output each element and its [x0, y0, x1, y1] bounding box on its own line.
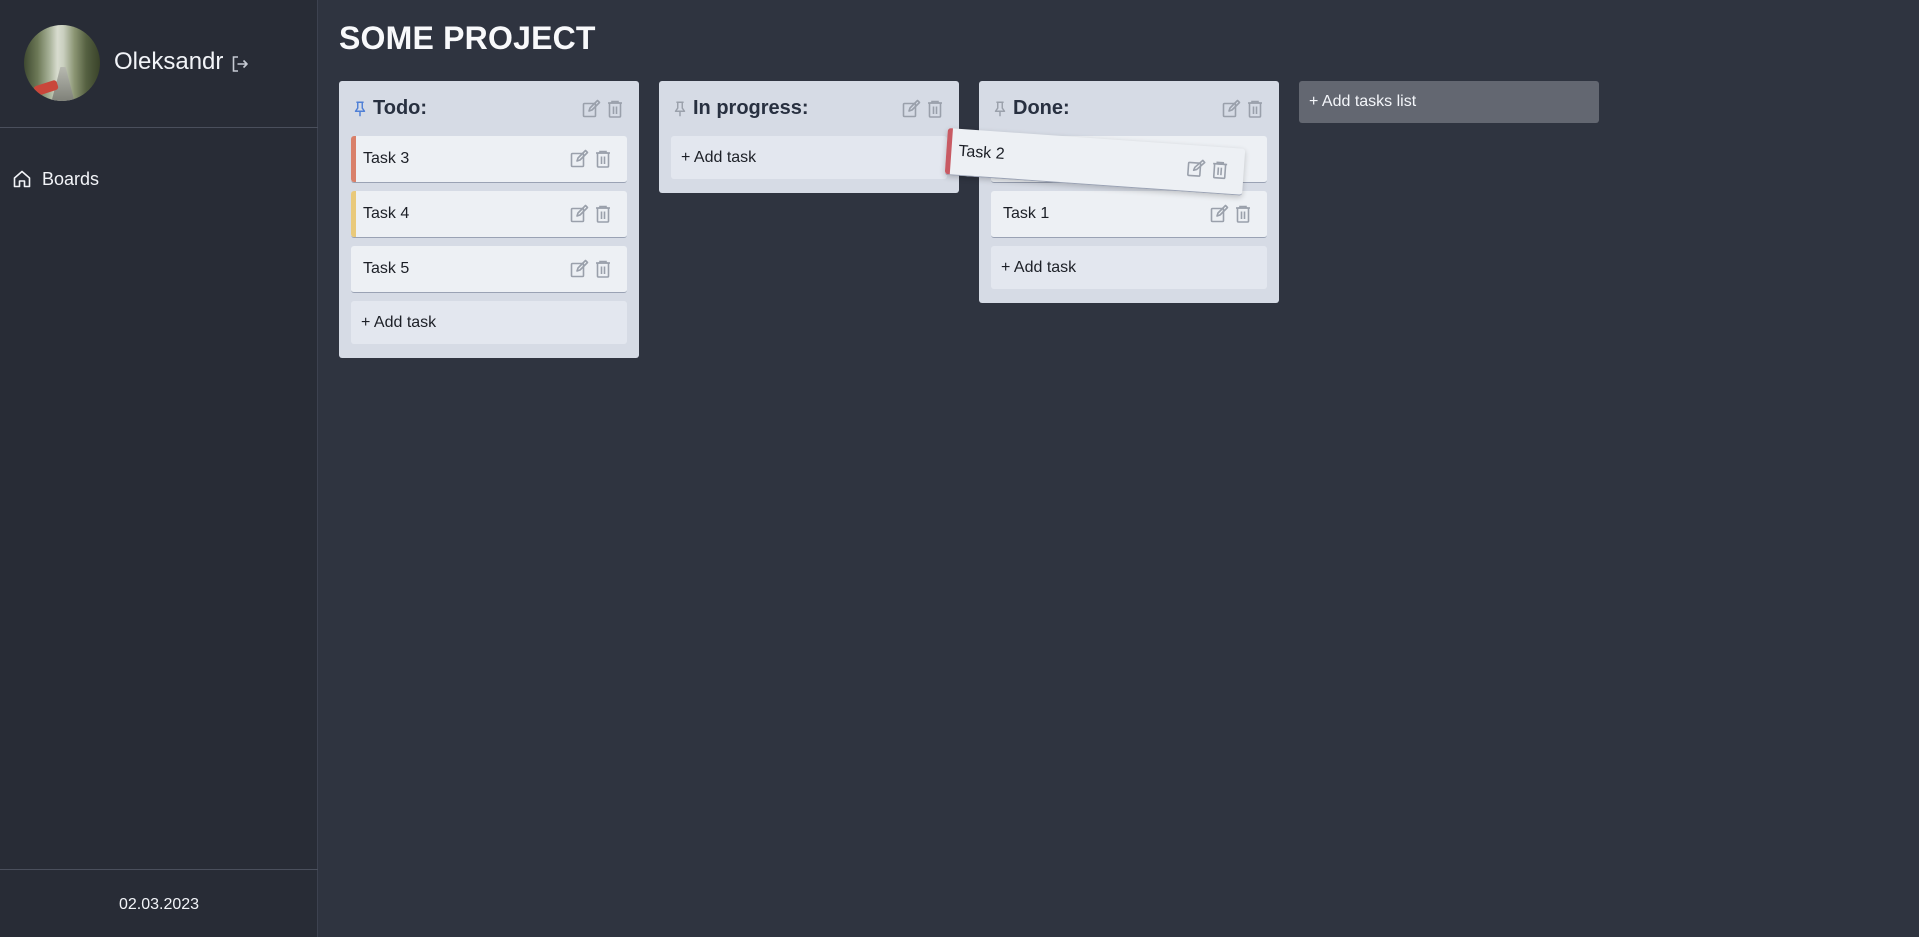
sidebar: Oleksandr Boards 02.03.2023: [0, 0, 318, 937]
task-card[interactable]: Task 4: [351, 191, 627, 238]
task-priority-bar: [351, 191, 356, 237]
task-card[interactable]: Task 3: [351, 136, 627, 183]
pin-icon[interactable]: [991, 100, 1009, 118]
add-tasks-list-button[interactable]: + Add tasks list: [1299, 81, 1599, 123]
task-priority-bar: [351, 136, 356, 182]
delete-list-icon[interactable]: [1245, 99, 1265, 119]
delete-task-icon[interactable]: [1209, 159, 1230, 180]
tasks-list-in-progress: In progress: + Add task: [659, 81, 959, 193]
delete-task-icon[interactable]: [1233, 204, 1253, 224]
delete-list-icon[interactable]: [605, 99, 625, 119]
edit-task-icon[interactable]: [569, 259, 589, 279]
task-card[interactable]: Task 5: [351, 246, 627, 293]
add-task-button[interactable]: + Add task: [671, 136, 947, 179]
delete-list-icon[interactable]: [925, 99, 945, 119]
task-card[interactable]: Task 1: [991, 191, 1267, 238]
add-task-button[interactable]: + Add task: [991, 246, 1267, 289]
current-date: 02.03.2023: [118, 896, 200, 913]
delete-task-icon[interactable]: [593, 204, 613, 224]
task-title: Task 3: [363, 150, 410, 167]
logout-icon[interactable]: [230, 54, 250, 74]
task-title: Task 1: [1003, 205, 1050, 222]
username: Oleksandr: [114, 48, 224, 75]
list-title: In progress:: [693, 97, 809, 119]
list-title: Done:: [1013, 97, 1070, 119]
nav-item-boards[interactable]: Boards: [12, 166, 99, 192]
avatar[interactable]: [24, 25, 100, 101]
task-title: Task 5: [363, 260, 410, 277]
edit-task-icon[interactable]: [569, 149, 589, 169]
pin-icon[interactable]: [671, 100, 689, 118]
list-header: Todo:: [351, 81, 627, 136]
add-task-button[interactable]: + Add task: [351, 301, 627, 344]
profile-section: Oleksandr: [0, 0, 318, 128]
delete-task-icon[interactable]: [593, 259, 613, 279]
sidebar-footer: 02.03.2023: [0, 869, 318, 937]
edit-list-icon[interactable]: [1221, 99, 1241, 119]
delete-task-icon[interactable]: [593, 149, 613, 169]
tasks-list-todo: Todo: Task 3 Task 4 Task 5 + Add task: [339, 81, 639, 358]
home-icon: [13, 170, 31, 188]
list-header: In progress:: [671, 81, 947, 136]
pin-icon[interactable]: [351, 100, 369, 118]
task-title: Task 2: [957, 142, 1006, 163]
board-title: SOME PROJECT: [339, 20, 596, 56]
edit-list-icon[interactable]: [901, 99, 921, 119]
edit-task-icon[interactable]: [1185, 158, 1206, 179]
nav-item-label: Boards: [42, 168, 100, 189]
task-title: Task 4: [363, 205, 410, 222]
list-title: Todo:: [373, 97, 428, 119]
list-header: Done:: [991, 81, 1267, 136]
edit-task-icon[interactable]: [569, 204, 589, 224]
edit-task-icon[interactable]: [1209, 204, 1229, 224]
edit-list-icon[interactable]: [581, 99, 601, 119]
